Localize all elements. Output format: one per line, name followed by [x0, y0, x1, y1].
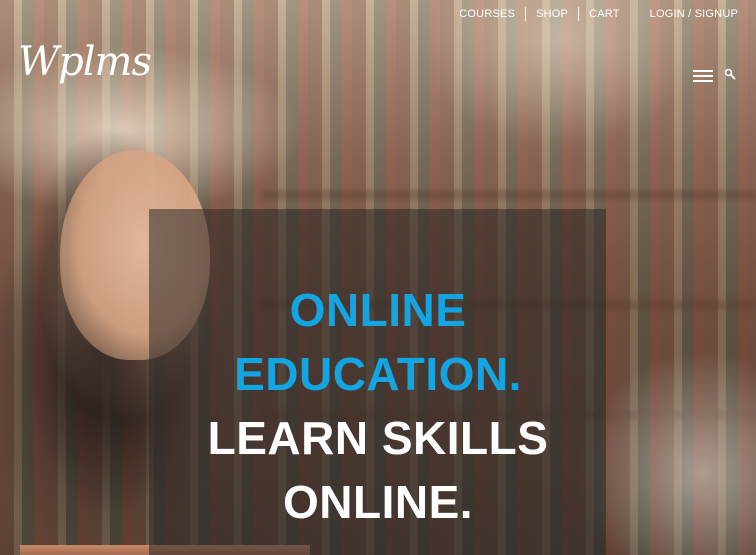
hamburger-menu-icon[interactable] [693, 70, 713, 82]
hero-headline-line: LEARN SKILLS [207, 412, 549, 464]
hero-headline-line: EDUCATION. [234, 348, 522, 400]
site-logo[interactable]: Wplms [18, 34, 152, 90]
nav-link-courses[interactable]: COURSES [449, 7, 525, 21]
search-icon[interactable] [724, 67, 736, 80]
top-navigation: COURSES SHOP CART LOGIN / SIGNUP [449, 0, 738, 28]
bookshelf-shelf [260, 190, 756, 200]
nav-link-login-signup[interactable]: LOGIN / SIGNUP [640, 7, 738, 21]
hero-headline-line: ONLINE. [282, 476, 474, 528]
hero-headline-line: ONLINE [289, 284, 467, 336]
hero-headline: ONLINE EDUCATION. LEARN SKILLS ONLINE. [0, 278, 756, 534]
nav-link-shop[interactable]: SHOP [526, 7, 578, 21]
nav-link-cart[interactable]: CART [579, 7, 630, 21]
